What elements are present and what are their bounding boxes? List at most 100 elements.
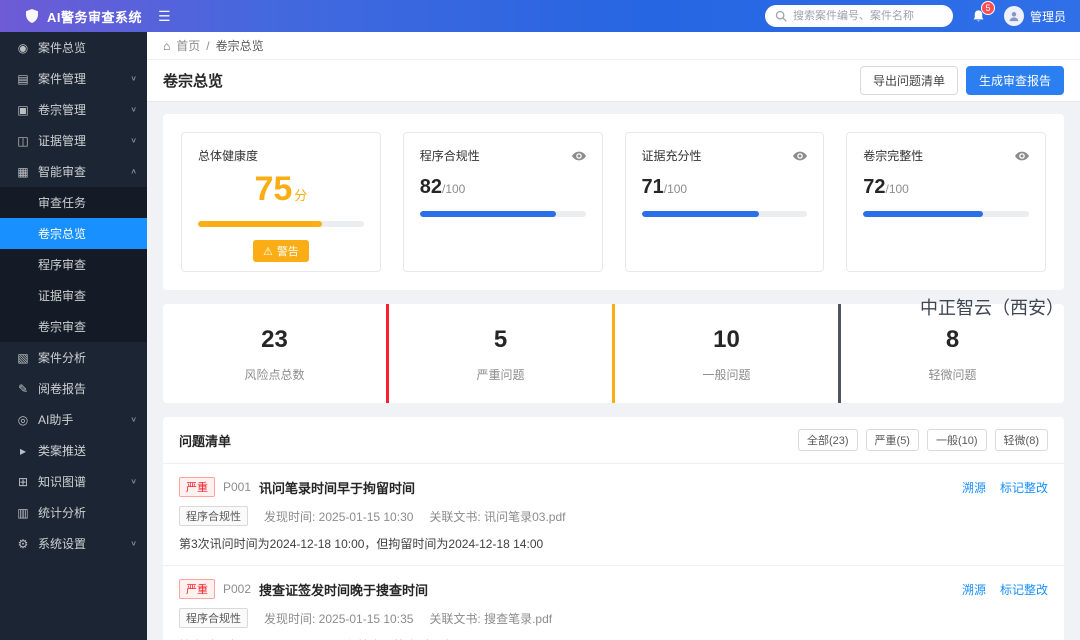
push-icon: ▸ xyxy=(19,443,27,458)
mark-fixed-link[interactable]: 标记整改 xyxy=(1000,479,1048,496)
warning-badge-label: 警告 xyxy=(276,246,299,258)
severity-tag: 严重 xyxy=(179,477,215,497)
notification-count-badge: 5 xyxy=(980,0,995,15)
content-area: 总体健康度 75 分 ⚠ 警告 程序合规性 82/100 证据充分性 71/10… xyxy=(147,102,1080,640)
sidebar-item-reading-report[interactable]: ✎ 阅卷报告 xyxy=(0,373,147,404)
assistant-icon: ◎ xyxy=(17,412,29,427)
issue-row: 严重 P002 搜查证签发时间晚于搜查时间 溯源 标记整改 程序合规性 发现时间… xyxy=(163,566,1064,640)
search-input[interactable] xyxy=(792,10,943,22)
sidebar-item-label: 系统设置 xyxy=(38,537,87,551)
report-icon: ✎ xyxy=(17,381,29,396)
sidebar-subitem-label: 程序审查 xyxy=(38,258,87,272)
issue-list-header: 问题清单 全部(23) 严重(5) 一般(10) 轻微(8) xyxy=(163,417,1064,464)
related-doc[interactable]: 关联文书: 讯问笔录03.pdf xyxy=(429,508,565,525)
related-doc[interactable]: 关联文书: 搜查笔录.pdf xyxy=(429,610,552,627)
sidebar-subitem-evidence-review[interactable]: 证据审查 xyxy=(0,280,147,311)
folder-icon: ▤ xyxy=(17,71,29,86)
issue-id: P001 xyxy=(223,480,252,494)
card-title: 程序合规性 xyxy=(419,149,480,163)
sidebar-item-ai-assistant[interactable]: ◎ AI助手 ∨ xyxy=(0,404,147,435)
generate-report-button[interactable]: 生成审查报告 xyxy=(965,66,1064,95)
sidebar-item-label: 案件分析 xyxy=(38,351,87,365)
health-progress-fill xyxy=(198,221,323,227)
issue-row: 严重 P001 讯问笔录时间早于拘留时间 溯源 标记整改 程序合规性 发现时间:… xyxy=(163,464,1064,566)
eye-icon[interactable] xyxy=(793,151,808,161)
user-name: 管理员 xyxy=(1029,9,1066,24)
sidebar-item-label: 案件管理 xyxy=(38,72,87,86)
main-area: 中正智云（西安） ⌂ 首页 / 卷宗总览 卷宗总览 导出问题清单 生成审查报告 … xyxy=(147,32,1080,640)
warning-status-badge[interactable]: ⚠ 警告 xyxy=(252,240,309,262)
sidebar-item-dossier-management[interactable]: ▣ 卷宗管理 ∨ xyxy=(0,94,147,125)
sidebar-item-label: 知识图谱 xyxy=(38,475,87,489)
analysis-icon: ▧ xyxy=(17,350,29,365)
score-total: /100 xyxy=(885,182,909,196)
sidebar-item-system-settings[interactable]: ⚙ 系统设置 ∨ xyxy=(0,528,147,559)
sidebar-item-case-management[interactable]: ▤ 案件管理 ∨ xyxy=(0,63,147,94)
notification-bell[interactable]: 5 xyxy=(971,0,995,24)
sidebar-item-smart-review[interactable]: ▦ 智能审查 ∧ xyxy=(0,156,147,187)
breadcrumb-home[interactable]: 首页 xyxy=(176,37,200,54)
stat-label: 风险点总数 xyxy=(244,368,305,382)
score-total: /100 xyxy=(442,182,466,196)
stat-total-risks: 23 风险点总数 xyxy=(163,304,386,403)
progress-fill xyxy=(863,211,983,217)
user-menu[interactable]: 管理员 xyxy=(1003,6,1066,26)
sidebar-item-case-overview[interactable]: ◉ 案件总览 xyxy=(0,32,147,63)
app-logo-icon xyxy=(24,8,40,24)
card-title: 卷宗完整性 xyxy=(863,149,924,163)
sidebar-subitem-label: 卷宗审查 xyxy=(38,320,87,334)
app-logo-area: AI警务审查系统 xyxy=(0,7,142,26)
export-issue-list-button[interactable]: 导出问题清单 xyxy=(859,66,958,95)
sidebar-subitem-label: 审查任务 xyxy=(38,196,87,210)
eye-icon[interactable] xyxy=(571,151,586,161)
score-total: /100 xyxy=(663,182,688,196)
sidebar-item-label: 阅卷报告 xyxy=(38,382,87,396)
evidence-icon: ◫ xyxy=(17,133,29,148)
sidebar-item-statistics[interactable]: ▥ 统计分析 xyxy=(0,497,147,528)
eye-icon[interactable] xyxy=(1015,151,1029,161)
chevron-down-icon: ∨ xyxy=(130,539,137,548)
sidebar-subitem-dossier-overview[interactable]: 卷宗总览 xyxy=(0,218,147,249)
sidebar-subitem-procedure-review[interactable]: 程序审查 xyxy=(0,249,147,280)
found-time: 发现时间: 2025-01-15 10:35 xyxy=(264,611,414,626)
severity-tag: 严重 xyxy=(179,579,215,599)
global-search[interactable] xyxy=(764,5,953,27)
sidebar: ◉ 案件总览 ▤ 案件管理 ∨ ▣ 卷宗管理 ∨ ◫ 证据管理 ∨ ▦ 智能审查… xyxy=(0,32,147,640)
stat-severe-issues: 5 严重问题 xyxy=(386,304,612,403)
filter-severe[interactable]: 严重(5) xyxy=(865,429,919,451)
sidebar-subitem-label: 卷宗总览 xyxy=(38,227,87,241)
trace-link[interactable]: 溯源 xyxy=(962,581,986,598)
stat-minor-issues: 8 轻微问题 xyxy=(838,304,1064,403)
archive-icon: ▣ xyxy=(17,102,29,117)
filter-normal[interactable]: 一般(10) xyxy=(926,429,987,451)
filter-all[interactable]: 全部(23) xyxy=(797,429,858,451)
stat-value: 8 xyxy=(945,326,960,353)
breadcrumb: ⌂ 首页 / 卷宗总览 xyxy=(147,32,1080,60)
stat-normal-issues: 10 一般问题 xyxy=(612,304,838,403)
sidebar-subitem-dossier-review[interactable]: 卷宗审查 xyxy=(0,311,147,342)
health-score-card: 总体健康度 75 分 ⚠ 警告 xyxy=(181,132,381,272)
sidebar-item-evidence-management[interactable]: ◫ 证据管理 ∨ xyxy=(0,125,147,156)
sidebar-subitem-review-tasks[interactable]: 审查任务 xyxy=(0,187,147,218)
progress-track xyxy=(641,211,808,217)
progress-track xyxy=(419,211,586,217)
category-tag: 程序合规性 xyxy=(179,608,248,628)
stat-value: 5 xyxy=(493,326,508,353)
issue-description: 第3次讯问时间为2024-12-18 10:00，但拘留时间为2024-12-1… xyxy=(179,537,544,551)
dashboard-icon: ◉ xyxy=(17,40,29,55)
menu-toggle-icon[interactable]: ☰ xyxy=(158,8,171,25)
breadcrumb-current: 卷宗总览 xyxy=(215,39,264,53)
sidebar-item-label: AI助手 xyxy=(38,413,74,427)
mark-fixed-link[interactable]: 标记整改 xyxy=(1000,581,1048,598)
issue-title: 搜查证签发时间晚于搜查时间 xyxy=(259,582,429,598)
sidebar-item-knowledge-graph[interactable]: ⊞ 知识图谱 ∨ xyxy=(0,466,147,497)
sidebar-item-similar-case-push[interactable]: ▸ 类案推送 xyxy=(0,435,147,466)
sidebar-item-case-analysis[interactable]: ▧ 案件分析 xyxy=(0,342,147,373)
health-score-value: 75 xyxy=(254,170,293,208)
trace-link[interactable]: 溯源 xyxy=(962,479,986,496)
app-title: AI警务审查系统 xyxy=(47,9,143,25)
filter-minor[interactable]: 轻微(8) xyxy=(994,429,1048,451)
chevron-down-icon: ∨ xyxy=(130,136,137,145)
stat-label: 严重问题 xyxy=(476,368,525,382)
chevron-down-icon: ∨ xyxy=(130,415,137,424)
